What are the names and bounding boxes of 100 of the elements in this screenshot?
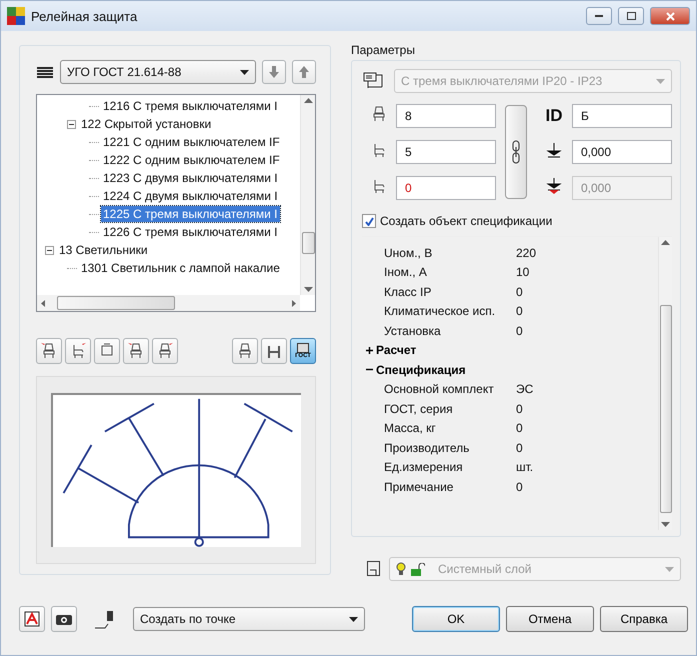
property-value: 220 <box>516 246 538 260</box>
dialog-button[interactable]: OK <box>412 606 500 632</box>
view-button[interactable] <box>65 338 91 364</box>
layers-icon <box>36 65 54 79</box>
view-button[interactable] <box>123 338 149 364</box>
down-arrow-icon <box>268 65 280 79</box>
minimize-icon <box>595 15 603 17</box>
input-field[interactable]: Б <box>572 104 672 128</box>
property-name: Основной комплект <box>384 382 495 396</box>
property-name: Климатическое исп. <box>384 304 496 318</box>
tree-item[interactable]: 1216 С тремя выключателями I <box>101 98 280 114</box>
tree-item[interactable]: 13 Светильники <box>57 242 150 258</box>
lightbulb-icon <box>396 562 406 576</box>
up-arrow-icon <box>298 65 310 79</box>
property-name: Масса, кг <box>384 421 437 436</box>
input-field[interactable]: 0 <box>396 176 496 200</box>
collapse-icon[interactable] <box>45 246 54 254</box>
checkmark-icon <box>364 216 374 226</box>
property-value: 0 <box>516 480 524 494</box>
property-value: 0 <box>516 421 524 436</box>
tree-item[interactable]: 1301 Светильник с лампой накалие <box>79 260 282 276</box>
scroll-up-icon <box>661 240 670 245</box>
input-field[interactable]: 0,000 <box>572 140 672 164</box>
dropdown-arrow-icon <box>240 70 249 74</box>
scroll-up-icon <box>304 98 312 103</box>
maximize-button[interactable] <box>618 7 644 25</box>
lock-icon <box>411 562 425 576</box>
property-value: 0 <box>516 304 524 318</box>
property-group[interactable]: Спецификация <box>362 360 466 380</box>
property-name: ГОСТ, серия <box>384 402 454 416</box>
property-value: 0 <box>516 440 524 455</box>
property-name: Класс IP <box>384 284 432 299</box>
input-field[interactable]: 5 <box>396 140 496 164</box>
window-title: Релейная защита <box>31 8 138 24</box>
scroll-left-icon <box>41 300 45 307</box>
dropdown-arrow-icon <box>304 287 312 292</box>
link-button[interactable] <box>505 104 527 198</box>
import-button[interactable] <box>262 60 286 84</box>
tree-item[interactable]: 122 Скрытой установки <box>79 116 214 132</box>
chain-icon <box>512 140 520 164</box>
spec-checkbox[interactable]: Создать объект спецификации <box>362 214 672 228</box>
property-value: ЭС <box>516 382 534 396</box>
level-mark-icon <box>545 142 563 158</box>
view-button[interactable] <box>152 338 178 364</box>
scrollbar-thumb[interactable] <box>660 305 672 513</box>
dialog-button[interactable]: Отмена <box>506 606 594 632</box>
close-icon <box>666 12 674 20</box>
property-value: 0 <box>516 402 524 416</box>
pdf-button[interactable] <box>19 606 45 632</box>
property-value: 0 <box>516 324 524 338</box>
app-logo-icon <box>7 7 25 25</box>
property-name: Ед.измерения <box>384 460 464 474</box>
document-icon <box>24 611 40 627</box>
dropdown-arrow-icon <box>661 522 670 527</box>
camera-button[interactable] <box>51 606 77 632</box>
dropdown-arrow-icon <box>665 566 674 572</box>
view-button[interactable] <box>94 338 120 364</box>
property-name: Iном., А <box>384 265 428 280</box>
scrollbar-thumb[interactable] <box>57 296 175 310</box>
mode-button[interactable] <box>261 338 287 364</box>
property-group[interactable]: Расчет <box>362 340 416 360</box>
tree-item[interactable]: 1225 С тремя выключателями I <box>101 206 280 222</box>
property-value: 0 <box>516 284 524 299</box>
input-field[interactable]: 8 <box>396 104 496 128</box>
horizontal-scrollbar[interactable] <box>37 295 300 312</box>
bracket-icon <box>266 343 282 360</box>
scrollbar-thumb[interactable] <box>302 232 315 254</box>
scroll-right-icon <box>292 300 296 307</box>
library-dropdown[interactable]: УГО ГОСТ 21.614-88 <box>60 60 256 84</box>
close-button[interactable] <box>650 7 690 25</box>
placement-dropdown[interactable]: Создать по точке <box>133 607 365 631</box>
mode-button[interactable] <box>232 338 258 364</box>
collapse-icon[interactable] <box>67 120 76 128</box>
property-value: 10 <box>516 265 530 280</box>
dropdown-arrow-icon <box>656 78 665 84</box>
property-name: Примечание <box>384 480 454 494</box>
maximize-icon <box>626 12 636 20</box>
minimize-button[interactable] <box>586 7 612 25</box>
frame-icon <box>297 343 309 354</box>
id-label: ID <box>546 106 562 126</box>
view-button[interactable] <box>36 338 62 364</box>
expand-icon <box>366 346 373 354</box>
property-name: Производитель <box>384 440 470 455</box>
camera-icon <box>56 613 72 625</box>
dropdown-arrow-icon <box>349 616 358 622</box>
property-name: Uном., В <box>384 246 434 260</box>
tree-item[interactable]: 1222 С одним выключателем IF <box>101 152 282 168</box>
group-title: Параметры <box>351 43 416 57</box>
tree-item[interactable]: 1223 С двумя выключателями I <box>101 170 280 186</box>
tree-item[interactable]: 1226 С тремя выключателями I <box>101 224 280 240</box>
level-mark-icon <box>545 177 563 195</box>
tree-item[interactable]: 1224 С двумя выключателями I <box>101 188 280 204</box>
tree-item[interactable]: 1221 С одним выключателем IF <box>101 134 282 150</box>
dialog-button[interactable]: Справка <box>600 606 688 632</box>
layer-icon <box>367 561 381 577</box>
export-button[interactable] <box>292 60 316 84</box>
vertical-scrollbar[interactable] <box>658 237 672 530</box>
property-name: Установка <box>384 324 442 338</box>
property-value: шт. <box>516 460 534 474</box>
vertical-scrollbar[interactable] <box>300 95 315 296</box>
